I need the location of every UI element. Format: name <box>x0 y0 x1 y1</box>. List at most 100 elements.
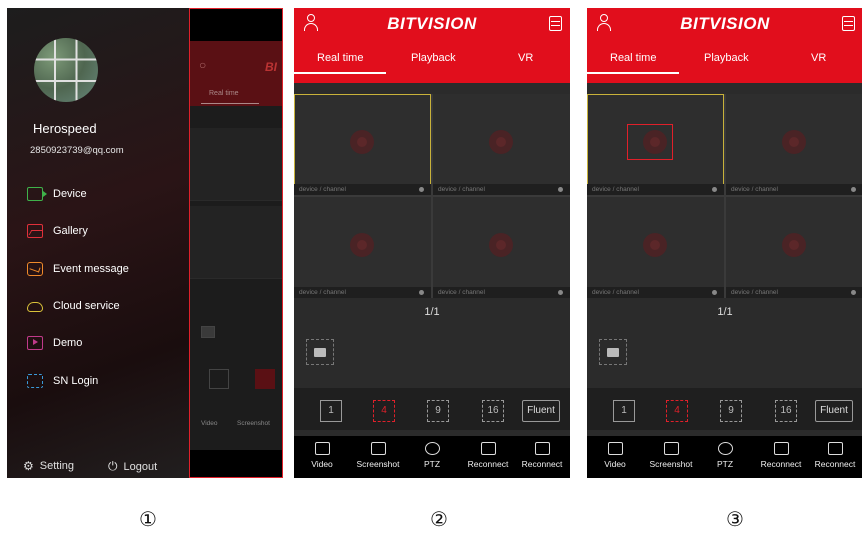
cell-label: device / channel <box>433 184 570 195</box>
tab-vr[interactable]: VR <box>518 52 533 64</box>
device-icon <box>27 187 47 201</box>
video-grid: device / channel device / channel device… <box>587 94 862 298</box>
screenshot-icon <box>370 442 386 455</box>
top-bar: BITVISION Real time Playback VR <box>294 8 570 83</box>
reconnect-button[interactable]: Reconnect <box>753 436 809 478</box>
split-bar: 1 4 9 16 Fluent <box>587 388 862 430</box>
brand-logo: BITVISION <box>387 14 477 33</box>
video-cell[interactable]: device / channel <box>587 94 724 195</box>
menu-item-label: Gallery <box>53 225 88 237</box>
user-name: Herospeed <box>33 121 97 136</box>
video-button[interactable]: Video <box>587 436 643 478</box>
reconnect-icon <box>480 442 496 455</box>
menu-item-cloud-service[interactable]: Cloud service <box>27 297 120 315</box>
quality-button[interactable]: Fluent <box>815 400 853 422</box>
device-list-icon[interactable] <box>549 16 562 31</box>
menu-item-device[interactable]: Device <box>27 185 87 203</box>
logout-button[interactable]: ⏻ Logout <box>108 459 157 474</box>
action-bar: Video Screenshot PTZ Reconnect Reconnect <box>294 436 570 478</box>
event-message-icon <box>27 262 43 276</box>
ptz-icon <box>717 442 733 455</box>
action-bar: Video Screenshot PTZ Reconnect Reconnect <box>587 436 862 478</box>
action-label: Reconnect <box>521 459 563 469</box>
cell-label: device / channel <box>294 184 431 195</box>
split-4-button[interactable]: 4 <box>373 400 395 422</box>
folder-button[interactable] <box>599 339 627 365</box>
ptz-button[interactable]: PTZ <box>404 436 460 478</box>
camera-icon <box>489 233 513 257</box>
video-cell[interactable]: device / channel <box>294 94 431 195</box>
screenshot-button[interactable]: Screenshot <box>643 436 699 478</box>
split-4-button[interactable]: 4 <box>666 400 688 422</box>
setting-button[interactable]: ⚙ Setting <box>23 459 74 473</box>
action-label: PTZ <box>716 459 734 469</box>
screenshot-button[interactable]: Screenshot <box>350 436 406 478</box>
menu-item-label: Cloud service <box>53 300 120 312</box>
menu-item-demo[interactable]: Demo <box>27 334 82 352</box>
step-caption: ② <box>430 507 448 531</box>
status-dot <box>712 290 717 295</box>
screen-side-menu: Herospeed 2850923739@qq.com Device Galle… <box>7 8 283 478</box>
video-button[interactable]: Video <box>294 436 350 478</box>
action-label: Reconnect <box>467 459 509 469</box>
cell-label: device / channel <box>433 287 570 298</box>
status-dot <box>712 187 717 192</box>
screenshot-icon <box>663 442 679 455</box>
video-cell[interactable]: device / channel <box>433 197 570 298</box>
menu-item-event-message[interactable]: Event message <box>27 260 129 278</box>
video-cell[interactable]: device / channel <box>726 94 862 195</box>
cell-label: device / channel <box>294 287 431 298</box>
tab-underline <box>587 72 679 74</box>
status-dot <box>851 290 856 295</box>
camera-icon <box>350 130 374 154</box>
split-9-button[interactable]: 9 <box>720 400 742 422</box>
ptz-button[interactable]: PTZ <box>697 436 753 478</box>
ptz-icon <box>424 442 440 455</box>
menu-item-gallery[interactable]: Gallery <box>27 222 88 240</box>
folder-button[interactable] <box>306 339 334 365</box>
split-9-button[interactable]: 9 <box>427 400 449 422</box>
power-icon: ⏻ <box>108 459 118 473</box>
cell-label: device / channel <box>726 287 862 298</box>
split-1-button[interactable]: 1 <box>613 400 635 422</box>
tab-playback[interactable]: Playback <box>704 52 749 64</box>
menu-item-label: SN Login <box>53 375 99 387</box>
screen-live-view: BITVISION Real time Playback VR device /… <box>294 8 570 478</box>
reconnect-all-button[interactable]: Reconnect <box>807 436 862 478</box>
gear-icon: ⚙ <box>23 459 34 473</box>
split-16-button[interactable]: 16 <box>482 400 504 422</box>
action-label: Screenshot <box>649 459 693 469</box>
brand-logo: BITVISION <box>680 14 770 33</box>
video-grid: device / channel device / channel device… <box>294 94 570 298</box>
camera-icon <box>782 130 806 154</box>
quality-button[interactable]: Fluent <box>522 400 560 422</box>
reconnect-all-button[interactable]: Reconnect <box>514 436 570 478</box>
action-label: Video <box>311 459 333 469</box>
tab-real-time[interactable]: Real time <box>610 52 656 64</box>
tab-real-time[interactable]: Real time <box>317 52 363 64</box>
menu-item-label: Device <box>53 188 87 200</box>
camera-icon <box>782 233 806 257</box>
reconnect-all-icon <box>534 442 550 455</box>
device-list-icon[interactable] <box>842 16 855 31</box>
menu-item-label: Event message <box>53 263 129 275</box>
status-dot <box>419 187 424 192</box>
status-dot <box>419 290 424 295</box>
reconnect-all-icon <box>827 442 843 455</box>
page-indicator: 1/1 <box>717 306 733 318</box>
avatar[interactable] <box>34 38 98 102</box>
menu-item-sn-login[interactable]: SN Login <box>27 372 98 390</box>
demo-icon <box>27 336 43 350</box>
split-16-button[interactable]: 16 <box>775 400 797 422</box>
video-icon <box>314 442 330 455</box>
video-cell[interactable]: device / channel <box>587 197 724 298</box>
video-cell[interactable]: device / channel <box>294 197 431 298</box>
cell-label: device / channel <box>726 184 862 195</box>
logout-label: Logout <box>123 460 158 473</box>
video-cell[interactable]: device / channel <box>433 94 570 195</box>
split-1-button[interactable]: 1 <box>320 400 342 422</box>
video-cell[interactable]: device / channel <box>726 197 862 298</box>
tab-playback[interactable]: Playback <box>411 52 456 64</box>
reconnect-button[interactable]: Reconnect <box>460 436 516 478</box>
tab-vr[interactable]: VR <box>811 52 826 64</box>
